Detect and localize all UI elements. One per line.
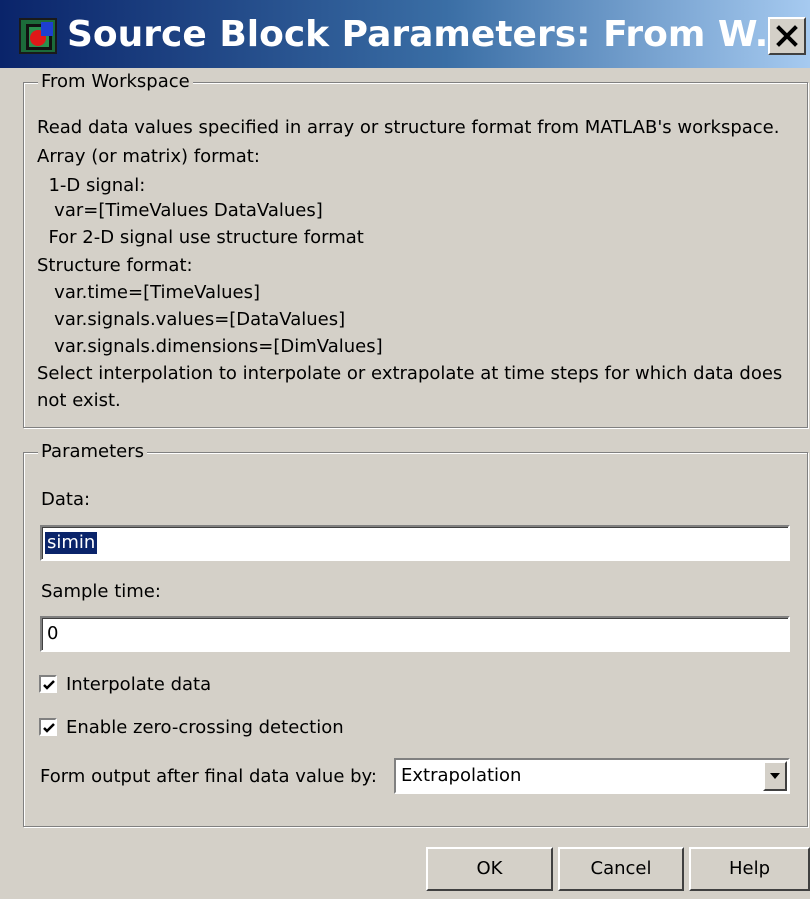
form-output-dropdown[interactable]: Extrapolation bbox=[394, 758, 790, 794]
ok-button[interactable]: OK bbox=[426, 847, 553, 891]
data-field-value: simin bbox=[45, 532, 98, 554]
chevron-down-icon bbox=[770, 773, 780, 779]
description-line: Select interpolation to interpolate or e… bbox=[37, 363, 783, 384]
description-line: Read data values specified in array or s… bbox=[37, 117, 780, 138]
description-line: var=[TimeValues DataValues] bbox=[37, 200, 323, 221]
close-button[interactable] bbox=[768, 17, 806, 55]
dialog-window: Source Block Parameters: From W... From … bbox=[0, 0, 810, 899]
form-output-value: Extrapolation bbox=[401, 765, 522, 786]
sample-time-field[interactable]: 0 bbox=[40, 616, 790, 652]
description-line: Structure format: bbox=[37, 255, 193, 276]
description-line: var.signals.values=[DataValues] bbox=[37, 309, 346, 330]
sample-time-label: Sample time: bbox=[41, 581, 161, 602]
zero-crossing-label[interactable]: Enable zero-crossing detection bbox=[66, 716, 344, 740]
cancel-button[interactable]: Cancel bbox=[558, 847, 684, 891]
data-label: Data: bbox=[41, 489, 91, 510]
close-icon bbox=[776, 25, 798, 47]
form-output-label: Form output after final data value by: bbox=[40, 766, 377, 787]
dropdown-button[interactable] bbox=[763, 761, 787, 791]
group-legend-from-workspace: From Workspace bbox=[38, 70, 193, 94]
description-line: 1-D signal: bbox=[37, 175, 146, 196]
data-field[interactable]: simin bbox=[40, 525, 790, 561]
group-legend-parameters: Parameters bbox=[38, 440, 148, 464]
title-bar[interactable]: Source Block Parameters: From W... bbox=[0, 0, 810, 68]
sample-time-value: 0 bbox=[47, 623, 59, 644]
description-line: Array (or matrix) format: bbox=[37, 146, 260, 167]
help-button[interactable]: Help bbox=[689, 847, 810, 891]
checkmark-icon bbox=[43, 723, 55, 733]
window-title: Source Block Parameters: From W... bbox=[67, 14, 796, 55]
description-line: var.time=[TimeValues] bbox=[37, 282, 260, 303]
description-line: For 2-D signal use structure format bbox=[37, 227, 364, 248]
simulink-block-icon[interactable] bbox=[19, 18, 57, 54]
description-line: var.signals.dimensions=[DimValues] bbox=[37, 336, 383, 357]
interpolate-data-label[interactable]: Interpolate data bbox=[66, 673, 211, 697]
description-line: not exist. bbox=[37, 390, 121, 411]
zero-crossing-checkbox[interactable] bbox=[39, 718, 57, 736]
interpolate-data-checkbox[interactable] bbox=[39, 675, 57, 693]
checkmark-icon bbox=[43, 680, 55, 690]
